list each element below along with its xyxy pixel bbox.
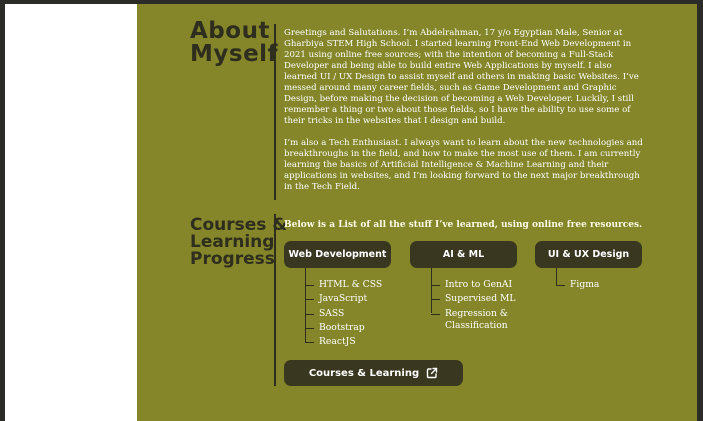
courses-section-title: Courses & Learning Progress	[190, 217, 287, 268]
about-section-title: About Myself	[190, 20, 278, 66]
about-title-line1: About	[190, 18, 270, 44]
about-paragraph-2: I’m also a Tech Enthusiast. I always wan…	[284, 138, 643, 192]
courses-divider	[274, 214, 276, 386]
about-divider	[274, 24, 276, 200]
category-ui-ux-design: UI & UX Design	[535, 241, 642, 268]
tree-stem	[305, 268, 307, 342]
left-white-panel	[5, 4, 137, 421]
courses-button-label: Courses & Learning	[308, 367, 420, 379]
courses-learning-button[interactable]: Courses & Learning	[284, 360, 463, 386]
about-text: Greetings and Salutations. I’m Abdelrahm…	[284, 28, 644, 193]
courses-title-line3: Progress	[190, 249, 275, 269]
about-title-line2: Myself	[190, 41, 279, 67]
category-web-development: Web Development	[284, 241, 391, 268]
courses-intro: Below is a List of all the stuff I’ve le…	[284, 220, 643, 230]
external-link-icon	[426, 367, 438, 379]
tree-stem	[556, 268, 558, 285]
about-paragraph-1: Greetings and Salutations. I’m Abdelrahm…	[284, 28, 639, 126]
category-ai-ml: AI & ML	[410, 241, 517, 268]
tree-stem	[431, 268, 433, 313]
